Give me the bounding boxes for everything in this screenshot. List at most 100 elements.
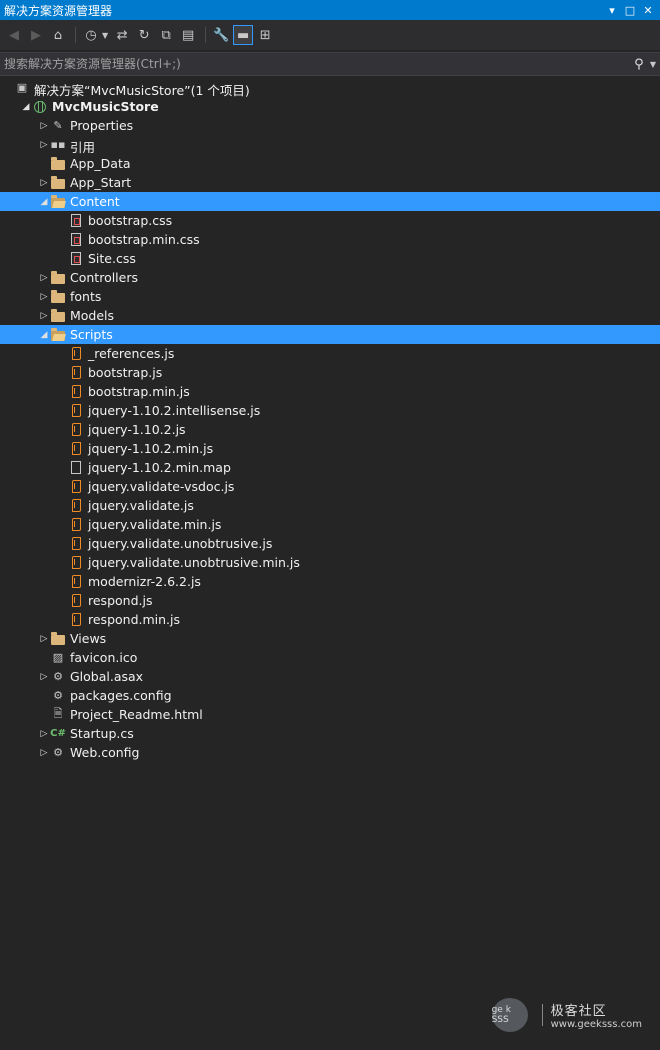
expanded-arrow-icon[interactable]: ◢ [38, 192, 50, 211]
tree-item[interactable]: ▷ C# Startup.cs [0, 724, 660, 743]
tree-item[interactable]: ▷ ⚙ Global.asax [0, 667, 660, 686]
tree-item[interactable]: bootstrap.js [0, 363, 660, 382]
tree-item-label: Properties [70, 118, 134, 133]
collapsed-arrow-icon[interactable]: ▷ [38, 287, 50, 306]
tree-item[interactable]: ▷ ✎ Properties [0, 116, 660, 135]
tree-item[interactable]: ◢ MvcMusicStore [0, 97, 660, 116]
tree-item[interactable]: App_Data [0, 154, 660, 173]
forward-icon[interactable]: ▶ [26, 25, 46, 45]
tree-item[interactable]: bootstrap.css [0, 211, 660, 230]
home-icon[interactable]: ⌂ [48, 25, 68, 45]
tree-item[interactable]: ▷ Models [0, 306, 660, 325]
collapsed-arrow-icon[interactable]: ▷ [38, 268, 50, 287]
properties-wrench-icon[interactable]: 🔧 [211, 25, 231, 45]
tree-item[interactable]: respond.min.js [0, 610, 660, 629]
collapsed-arrow-icon[interactable]: ▷ [38, 135, 50, 154]
tree-item[interactable]: modernizr-2.6.2.js [0, 572, 660, 591]
css-file-icon [68, 249, 84, 268]
js-file-icon [68, 572, 84, 591]
tree-item-label: Controllers [70, 270, 138, 285]
tree-item[interactable]: jquery.validate.unobtrusive.min.js [0, 553, 660, 572]
tree-item[interactable]: ▷ ▪▪ 引用 [0, 135, 660, 155]
tree-item-label: MvcMusicStore [52, 99, 159, 114]
tree-item-label: Content [70, 194, 120, 209]
tree-item-label: jquery-1.10.2.min.map [88, 460, 231, 475]
dropdown-icon[interactable]: ▾ [604, 4, 620, 17]
chevron-down-icon[interactable]: ▼ [650, 60, 656, 69]
collapsed-arrow-icon[interactable]: ▷ [38, 724, 50, 743]
tree-item[interactable]: ▷ ⚙ Web.config [0, 743, 660, 762]
history-icon[interactable]: ◷ [81, 25, 101, 45]
maximize-icon[interactable]: □ [622, 4, 638, 17]
refresh-icon[interactable]: ↻ [134, 25, 154, 45]
search-input[interactable] [0, 53, 628, 75]
tree-item-label: favicon.ico [70, 650, 138, 665]
tree-item[interactable]: jquery.validate-vsdoc.js [0, 477, 660, 496]
js-file-icon [68, 553, 84, 572]
class-diagram-icon[interactable]: ⊞ [255, 25, 275, 45]
tree-item[interactable]: bootstrap.min.css [0, 230, 660, 249]
tree-item-label: bootstrap.js [88, 365, 163, 380]
tree-item[interactable]: jquery-1.10.2.min.map [0, 458, 660, 477]
solution-icon: ▣ [16, 81, 28, 94]
js-file-icon [68, 477, 84, 496]
window-controls: ▾ □ ✕ [602, 0, 656, 20]
watermark: ge k SSS 极客社区 www.geeksss.com [491, 998, 642, 1032]
collapsed-arrow-icon[interactable]: ▷ [38, 743, 50, 762]
config-file-icon: ⚙ [53, 746, 63, 759]
tree-item[interactable]: ▷ App_Start [0, 173, 660, 192]
chevron-down-icon[interactable]: ▼ [102, 31, 108, 40]
show-all-files-icon[interactable]: ▤ [178, 25, 198, 45]
tree-item-label: jquery.validate.unobtrusive.js [88, 536, 273, 551]
sync-icon[interactable]: ⇄ [112, 25, 132, 45]
tree-item-label: fonts [70, 289, 102, 304]
js-file-icon [68, 344, 84, 363]
tree-item[interactable]: jquery-1.10.2.intellisense.js [0, 401, 660, 420]
css-file-icon [68, 211, 84, 230]
collapse-all-icon[interactable]: ⧉ [156, 25, 176, 45]
search-icon[interactable]: ⚲ [628, 57, 650, 72]
js-file-icon [68, 610, 84, 629]
tree-item[interactable]: ◢ Scripts [0, 325, 660, 344]
tree-item[interactable]: jquery.validate.unobtrusive.js [0, 534, 660, 553]
tree-item[interactable]: respond.js [0, 591, 660, 610]
tree-item[interactable]: ⚙ packages.config [0, 686, 660, 705]
search-box: ⚲ ▼ [0, 52, 660, 76]
collapsed-arrow-icon[interactable]: ▷ [38, 667, 50, 686]
tree-item-label: Web.config [70, 745, 140, 760]
tree-item[interactable]: jquery.validate.min.js [0, 515, 660, 534]
tree-item[interactable]: _references.js [0, 344, 660, 363]
tree-item[interactable]: Site.css [0, 249, 660, 268]
js-file-icon [68, 382, 84, 401]
tree-item[interactable]: ▨ favicon.ico [0, 648, 660, 667]
folder-open-icon [50, 192, 66, 211]
references-icon: ▪▪ [50, 138, 66, 151]
tree-item-label: jquery.validate.js [88, 498, 194, 513]
back-icon[interactable]: ◀ [4, 25, 24, 45]
tree-item-label: Views [70, 631, 107, 646]
expanded-arrow-icon[interactable]: ◢ [20, 97, 32, 116]
tree-item[interactable]: 🗎 Project_Readme.html [0, 705, 660, 724]
solution-explorer-toolbar: ◀ ▶ ⌂ ◷ ▼ ⇄ ↻ ⧉ ▤ 🔧 ▬ ⊞ [0, 20, 660, 50]
preview-icon[interactable]: ▬ [233, 25, 254, 45]
tree-item[interactable]: ▣ 解决方案“MvcMusicStore”(1 个项目) [0, 78, 660, 98]
tree-item-label: bootstrap.min.js [88, 384, 190, 399]
watermark-url: www.geeksss.com [550, 1019, 642, 1030]
toolbar-separator [75, 27, 76, 43]
close-icon[interactable]: ✕ [640, 4, 656, 17]
tree-item[interactable]: jquery.validate.js [0, 496, 660, 515]
collapsed-arrow-icon[interactable]: ▷ [38, 629, 50, 648]
tree-item[interactable]: ▷ Controllers [0, 268, 660, 287]
tree-item[interactable]: bootstrap.min.js [0, 382, 660, 401]
collapsed-arrow-icon[interactable]: ▷ [38, 306, 50, 325]
tree-item[interactable]: jquery-1.10.2.js [0, 420, 660, 439]
js-file-icon [68, 420, 84, 439]
expanded-arrow-icon[interactable]: ◢ [38, 325, 50, 344]
tree-item[interactable]: ◢ Content [0, 192, 660, 211]
tree-item[interactable]: ▷ fonts [0, 287, 660, 306]
collapsed-arrow-icon[interactable]: ▷ [38, 116, 50, 135]
tree-item[interactable]: jquery-1.10.2.min.js [0, 439, 660, 458]
tree-item[interactable]: ▷ Views [0, 629, 660, 648]
config-file-icon: ⚙ [53, 689, 63, 702]
collapsed-arrow-icon[interactable]: ▷ [38, 173, 50, 192]
